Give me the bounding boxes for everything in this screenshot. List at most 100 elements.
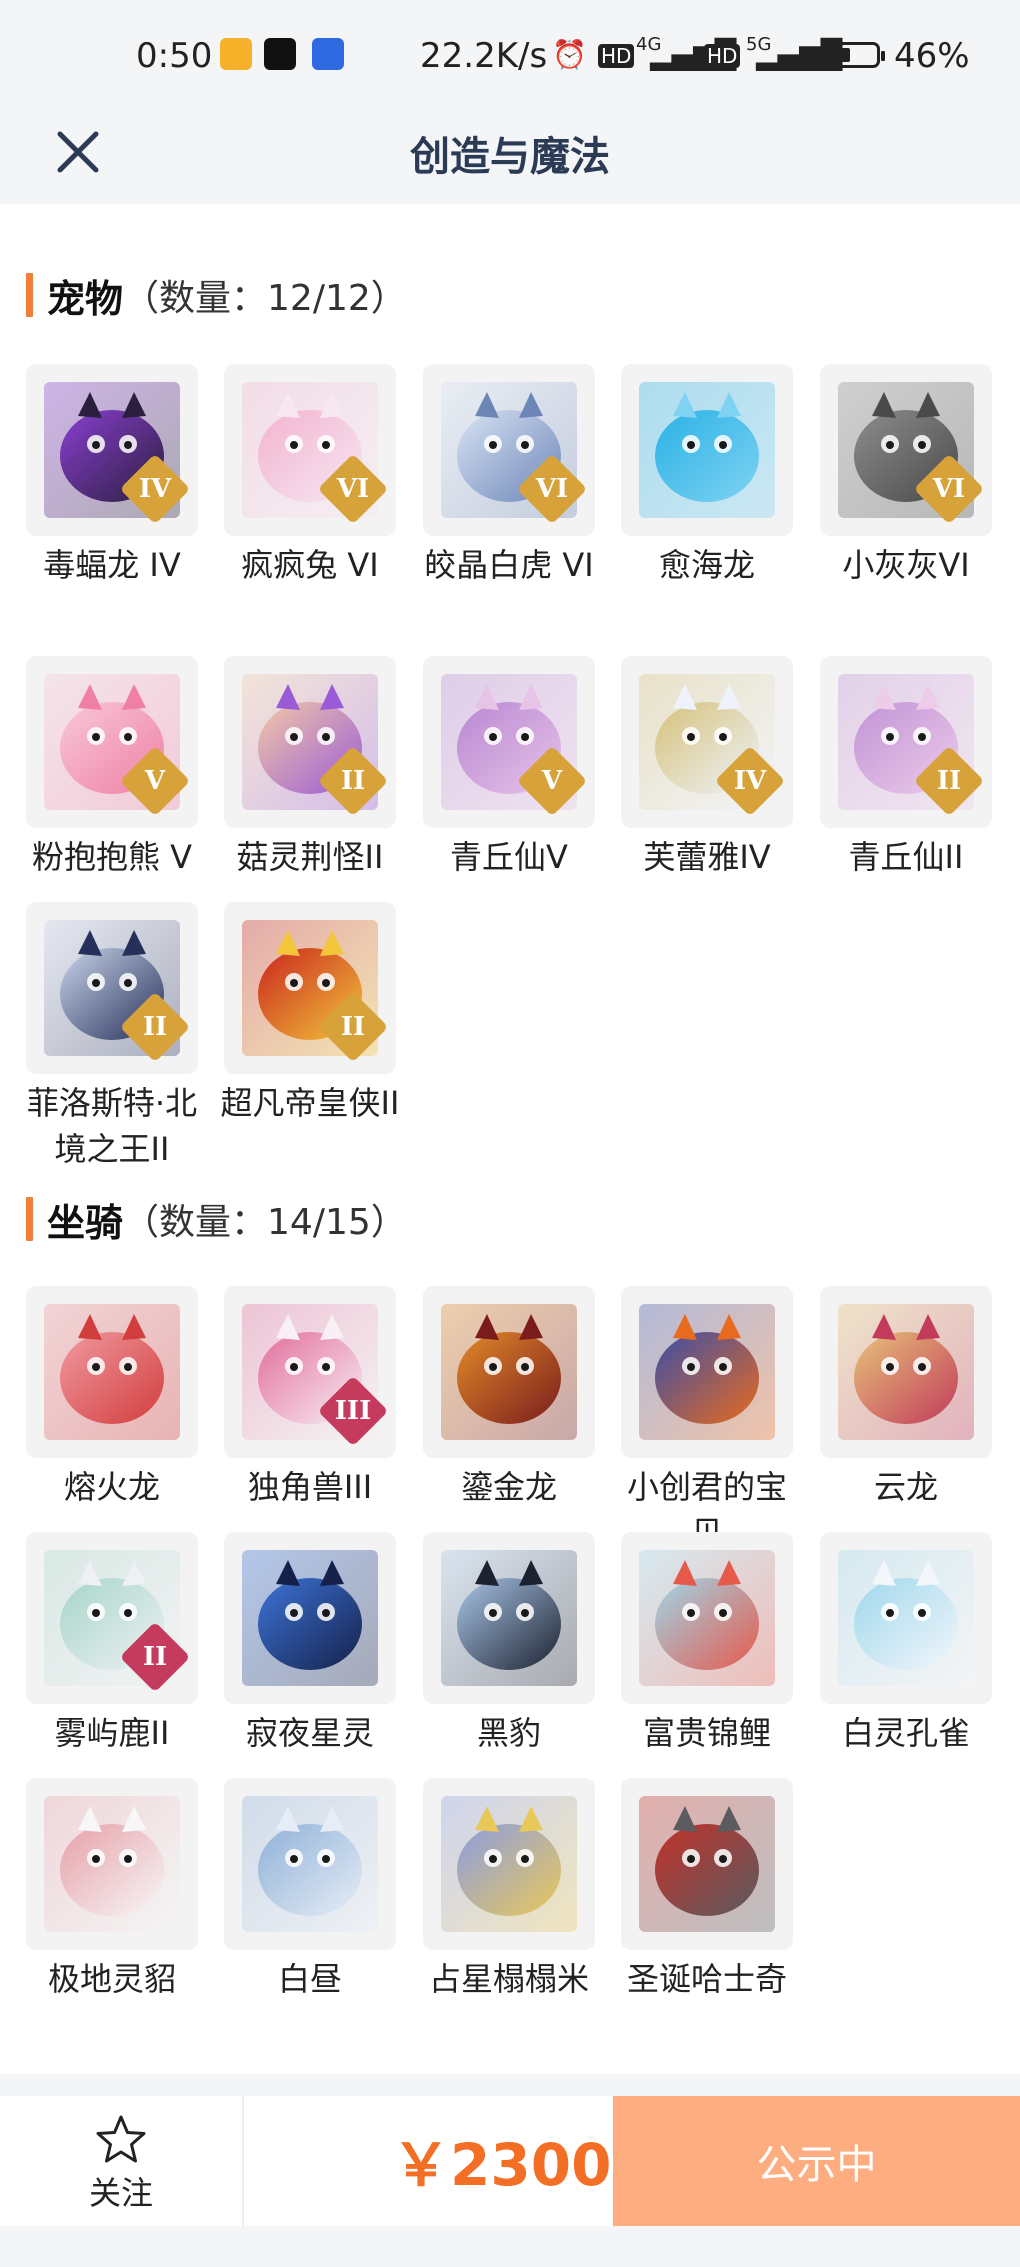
status-time: 0:50 bbox=[136, 36, 213, 76]
mount-item[interactable]: 黑豹 bbox=[423, 1532, 595, 1756]
mount-artwork bbox=[639, 1796, 775, 1932]
mount-thumbnail bbox=[423, 1778, 595, 1950]
pet-item[interactable]: V 青丘仙V bbox=[423, 656, 595, 880]
pet-item[interactable]: VI 皎晶白虎 VI bbox=[423, 364, 595, 588]
pet-item[interactable]: V 粉抱抱熊 V bbox=[26, 656, 198, 880]
mount-name: 白昼 bbox=[277, 1960, 342, 1998]
level-badge-text: VI bbox=[535, 474, 569, 504]
pet-thumbnail: II bbox=[820, 656, 992, 828]
price: ￥2300 bbox=[392, 2131, 612, 2199]
mount-thumbnail bbox=[224, 1778, 396, 1950]
mount-item[interactable]: 极地灵貂 bbox=[26, 1778, 198, 2002]
level-badge: IV bbox=[119, 453, 191, 525]
level-badge: VI bbox=[913, 453, 985, 525]
hd-badge-2: HD bbox=[704, 44, 741, 68]
mount-thumbnail bbox=[621, 1286, 793, 1458]
close-button[interactable] bbox=[52, 116, 104, 186]
page-title: 创造与魔法 bbox=[410, 134, 610, 180]
mount-thumbnail bbox=[820, 1532, 992, 1704]
pets-grid: IV 毒蝠龙 IV VI 疯疯兔 VI VI 皎晶白虎 VI 愈海龙 VI 小灰灰VI V 粉抱抱熊… bbox=[26, 364, 1006, 1168]
pet-item[interactable]: II 超凡帝皇侠II bbox=[221, 902, 399, 1126]
mount-name: 黑豹 bbox=[476, 1714, 541, 1752]
level-badge-text: II bbox=[936, 766, 962, 796]
pet-name: 青丘仙II bbox=[848, 838, 964, 876]
pets-section-header: 宠物 （数量：12/12） bbox=[26, 270, 407, 321]
mount-item[interactable]: 圣诞哈士奇 bbox=[621, 1778, 793, 2002]
mounts-grid: 熔火龙 III 独角兽III 鎏金龙 小创君的宝贝云龙 II 雾屿鹿II 寂夜星灵 黑豹 富贵锦鲤… bbox=[26, 1286, 1006, 2066]
mount-artwork bbox=[441, 1796, 577, 1932]
follow-label: 关注 bbox=[88, 2174, 153, 2212]
mount-item[interactable]: II 雾屿鹿II bbox=[26, 1532, 198, 1756]
level-badge-text: II bbox=[142, 1012, 168, 1042]
level-badge: VI bbox=[516, 453, 588, 525]
level-badge-text: II bbox=[340, 766, 366, 796]
level-badge: V bbox=[516, 745, 588, 817]
level-badge: III bbox=[317, 1375, 389, 1447]
mount-artwork bbox=[44, 1304, 180, 1440]
pets-section-count: （数量：12/12） bbox=[123, 278, 407, 319]
hd-badge: HD bbox=[598, 44, 635, 68]
pet-item[interactable]: II 菲洛斯特·北境之王II bbox=[26, 902, 198, 1172]
pet-item[interactable]: IV 芙蕾雅IV bbox=[621, 656, 793, 880]
level-badge: VI bbox=[317, 453, 389, 525]
mount-item[interactable]: 寂夜星灵 bbox=[224, 1532, 396, 1756]
level-badge-text: VI bbox=[932, 474, 966, 504]
mount-item[interactable]: 熔火龙 bbox=[26, 1286, 198, 1510]
mount-artwork bbox=[441, 1550, 577, 1686]
mount-artwork bbox=[838, 1550, 974, 1686]
mount-item[interactable]: 白灵孔雀 bbox=[820, 1532, 992, 1756]
mount-item[interactable]: 白昼 bbox=[224, 1778, 396, 2002]
mount-thumbnail bbox=[423, 1532, 595, 1704]
mount-item[interactable]: 云龙 bbox=[820, 1286, 992, 1510]
status-bar: 0:50 22.2K/s ⏰ HD 4G ▂▄▆█ HD 5G ▂▄▆█ 46% bbox=[0, 0, 1020, 112]
mount-thumbnail bbox=[621, 1778, 793, 1950]
mount-name: 圣诞哈士奇 bbox=[626, 1960, 787, 1998]
level-badge: IV bbox=[714, 745, 786, 817]
pet-item[interactable]: VI 小灰灰VI bbox=[820, 364, 992, 588]
battery-percentage: 46% bbox=[894, 36, 970, 76]
pet-name: 愈海龙 bbox=[658, 546, 755, 584]
level-badge-text: V bbox=[144, 766, 166, 796]
mount-item[interactable]: 鎏金龙 bbox=[423, 1286, 595, 1510]
pet-item[interactable]: VI 疯疯兔 VI bbox=[224, 364, 396, 588]
mount-artwork bbox=[838, 1304, 974, 1440]
mount-name: 鎏金龙 bbox=[460, 1468, 557, 1506]
mount-artwork bbox=[639, 1550, 775, 1686]
status-button[interactable]: 公示中 bbox=[613, 2096, 1020, 2226]
level-badge-text: III bbox=[334, 1396, 372, 1426]
pet-item[interactable]: IV 毒蝠龙 IV bbox=[26, 364, 198, 588]
system-nav-strip bbox=[0, 2226, 1020, 2267]
pet-thumbnail: II bbox=[224, 656, 396, 828]
mount-name: 熔火龙 bbox=[63, 1468, 160, 1506]
pet-name: 菇灵荆怪II bbox=[236, 838, 384, 876]
mount-item[interactable]: 小创君的宝贝 bbox=[621, 1286, 793, 1556]
mounts-section-header: 坐骑 （数量：14/15） bbox=[26, 1194, 407, 1245]
mount-item[interactable]: III 独角兽III bbox=[224, 1286, 396, 1510]
mount-name: 白灵孔雀 bbox=[841, 1714, 970, 1752]
pet-artwork bbox=[639, 382, 775, 518]
level-badge-text: IV bbox=[733, 766, 767, 796]
pet-item[interactable]: II 菇灵荆怪II bbox=[224, 656, 396, 880]
level-badge-text: II bbox=[142, 1642, 168, 1672]
mount-item[interactable]: 占星榻榻米 bbox=[423, 1778, 595, 2002]
pet-thumbnail: II bbox=[26, 902, 198, 1074]
star-icon bbox=[96, 2115, 146, 2163]
pet-thumbnail: VI bbox=[224, 364, 396, 536]
mount-thumbnail: II bbox=[26, 1532, 198, 1704]
pet-name: 青丘仙V bbox=[450, 838, 568, 876]
pet-item[interactable]: II 青丘仙II bbox=[820, 656, 992, 880]
pet-thumbnail bbox=[621, 364, 793, 536]
mount-artwork bbox=[242, 1796, 378, 1932]
mount-name: 富贵锦鲤 bbox=[642, 1714, 771, 1752]
follow-button[interactable]: 关注 bbox=[0, 2096, 244, 2226]
level-badge: II bbox=[119, 1621, 191, 1693]
level-badge-text: VI bbox=[336, 474, 370, 504]
mount-item[interactable]: 富贵锦鲤 bbox=[621, 1532, 793, 1756]
pet-thumbnail: IV bbox=[26, 364, 198, 536]
navigation-bar: 创造与魔法 bbox=[0, 100, 1020, 204]
level-badge-text: IV bbox=[138, 474, 172, 504]
pet-item[interactable]: 愈海龙 bbox=[621, 364, 793, 588]
level-badge-text: II bbox=[340, 1012, 366, 1042]
pet-name: 小灰灰VI bbox=[842, 546, 970, 584]
mount-thumbnail bbox=[621, 1532, 793, 1704]
